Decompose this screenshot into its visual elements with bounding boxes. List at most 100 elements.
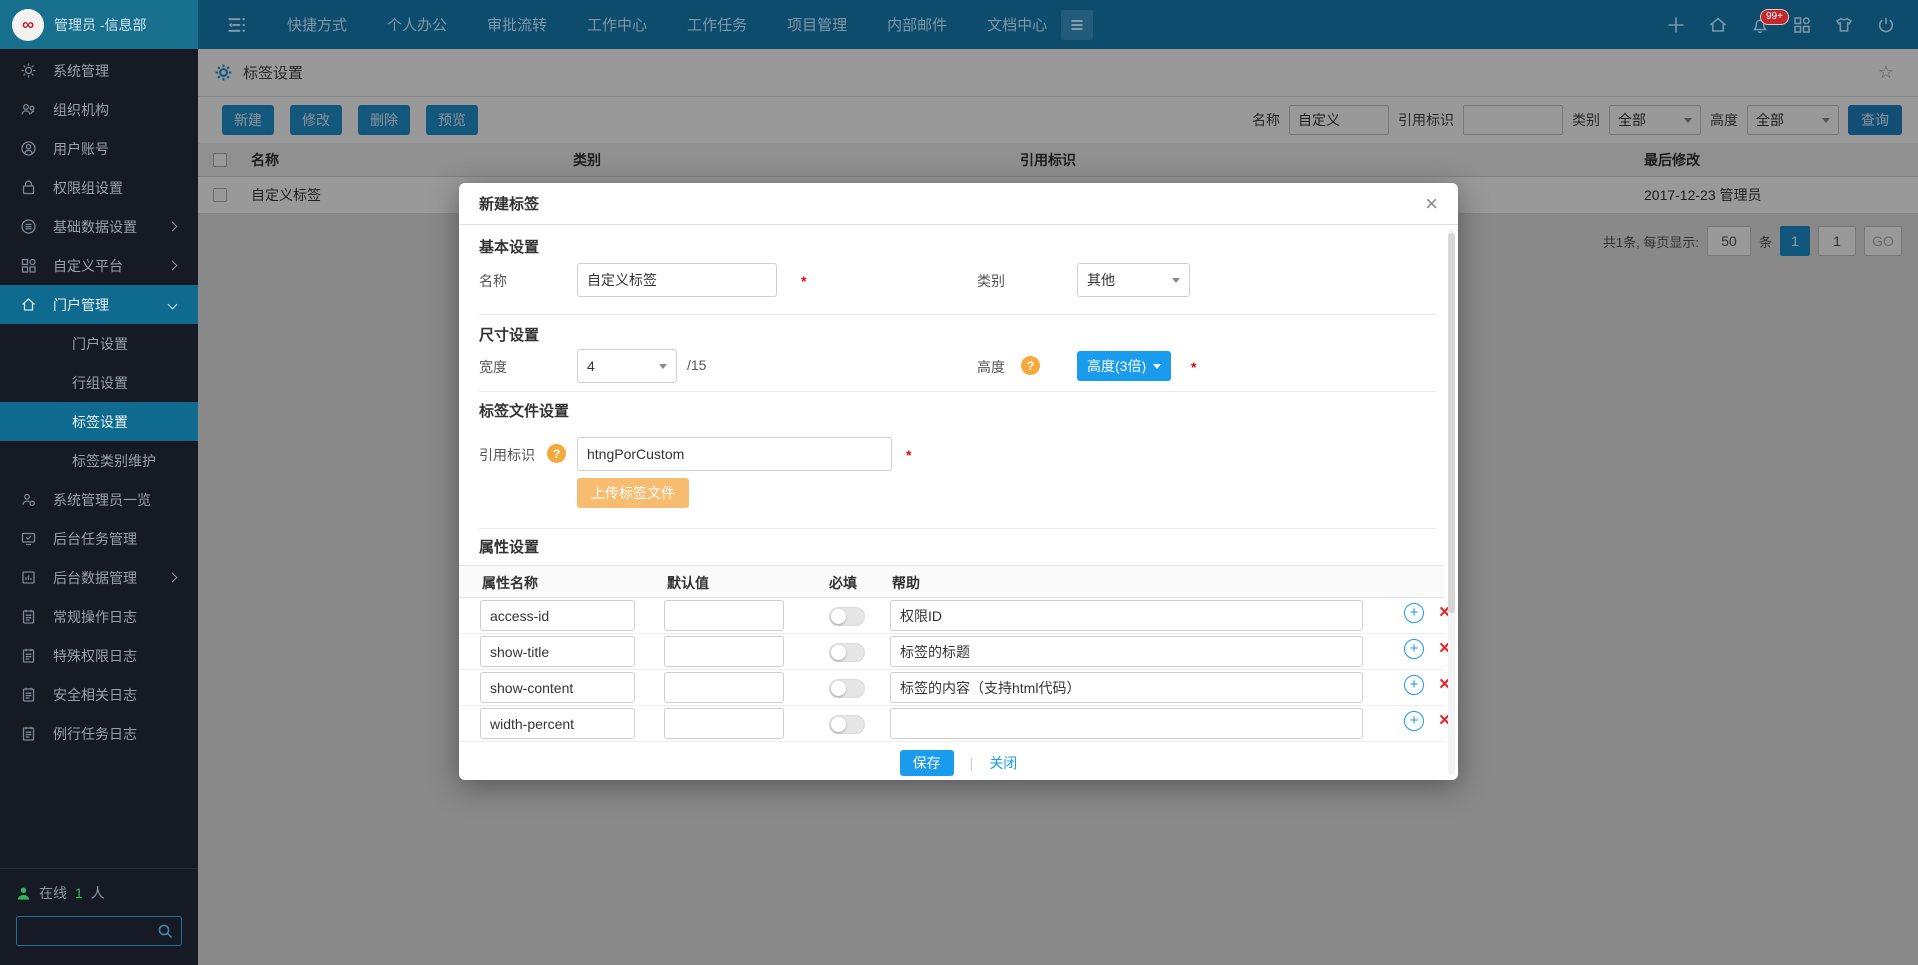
width-select[interactable]: 4	[577, 349, 677, 383]
sidebar-item-base-data[interactable]: 基础数据设置	[0, 207, 198, 246]
add-row-icon[interactable]: +	[1404, 711, 1424, 731]
filter-category-select[interactable]: 全部	[1609, 105, 1701, 135]
required-mark: *	[801, 273, 806, 289]
new-button[interactable]: 新建	[222, 105, 274, 135]
row-checkbox[interactable]	[213, 188, 227, 202]
attr-name-input[interactable]	[480, 636, 635, 667]
tab-document-center[interactable]: 文档中心	[987, 14, 1047, 35]
close-icon[interactable]: ×	[1425, 194, 1438, 214]
tab-project-management[interactable]: 项目管理	[787, 14, 847, 35]
attr-help-input[interactable]	[890, 600, 1363, 631]
sidebar-item-label: 后台数据管理	[53, 568, 137, 588]
attr-default-input[interactable]	[664, 600, 784, 631]
sidebar-item-portal-management[interactable]: 门户管理	[0, 285, 198, 324]
edit-button[interactable]: 修改	[290, 105, 342, 135]
required-mark: *	[1191, 359, 1196, 375]
sidebar-item-permission-group[interactable]: 权限组设置	[0, 168, 198, 207]
sidebar-item-custom-platform[interactable]: 自定义平台	[0, 246, 198, 285]
modal-scrollbar[interactable]	[1448, 229, 1455, 775]
attr-name-input[interactable]	[480, 672, 635, 703]
sidebar-item-org[interactable]: 组织机构	[0, 90, 198, 129]
sidebar-item-admin-list[interactable]: 系统管理员一览	[0, 480, 198, 519]
attr-default-input[interactable]	[664, 708, 784, 739]
sidebar-item-tag-settings[interactable]: 标签设置	[0, 402, 198, 441]
home-icon[interactable]	[1708, 15, 1728, 35]
add-row-icon[interactable]: +	[1404, 675, 1424, 695]
tab-approval-flow[interactable]: 审批流转	[487, 14, 547, 35]
help-icon[interactable]: ?	[1021, 356, 1040, 375]
close-link[interactable]: 关闭	[989, 753, 1017, 773]
required-toggle[interactable]	[829, 607, 865, 626]
app-root: ∞ 管理员 -信息部 系统管理 组织机构 用户账号 权限组设置 基础数据	[0, 0, 1918, 965]
add-row-icon[interactable]: +	[1404, 639, 1424, 659]
sidebar-item-log-routine[interactable]: 例行任务日志	[0, 714, 198, 753]
select-all-checkbox[interactable]	[213, 153, 227, 167]
sidebar-item-log-special[interactable]: 特殊权限日志	[0, 636, 198, 675]
filter-ref-input[interactable]	[1463, 105, 1563, 135]
sidebar-item-portal-settings[interactable]: 门户设置	[0, 324, 198, 363]
section-basic-header: 基本设置	[479, 236, 539, 257]
column-header-modified[interactable]: 最后修改	[1644, 150, 1918, 170]
tab-work-tasks[interactable]: 工作任务	[687, 14, 747, 35]
current-page-button[interactable]: 1	[1780, 226, 1810, 256]
tab-work-center[interactable]: 工作中心	[587, 14, 647, 35]
attr-default-input[interactable]	[664, 672, 784, 703]
attr-default-input[interactable]	[664, 636, 784, 667]
required-toggle[interactable]	[829, 715, 865, 734]
upload-tag-file-button[interactable]: 上传标签文件	[577, 478, 689, 508]
tab-internal-mail[interactable]: 内部邮件	[887, 14, 947, 35]
search-button[interactable]: 查询	[1848, 105, 1902, 135]
attr-help-input[interactable]	[890, 708, 1363, 739]
sidebar-item-system[interactable]: 系统管理	[0, 51, 198, 90]
sidebar-item-label: 行组设置	[72, 373, 128, 393]
sidebar-item-user-account[interactable]: 用户账号	[0, 129, 198, 168]
favorite-star-icon[interactable]: ☆	[1878, 62, 1894, 83]
sidebar-item-background-tasks[interactable]: 后台任务管理	[0, 519, 198, 558]
menu-collapse-icon[interactable]	[225, 14, 247, 36]
filter-ref-label: 引用标识	[1398, 110, 1454, 130]
required-toggle[interactable]	[829, 643, 865, 662]
height-select-button[interactable]: 高度(3倍)	[1077, 351, 1171, 381]
attr-name-input[interactable]	[480, 708, 635, 739]
toolbar: 新建 修改 删除 预览 名称 引用标识 类别 全部 高度 全部 查询	[198, 97, 1918, 143]
tab-personal-office[interactable]: 个人办公	[387, 14, 447, 35]
go-button[interactable]: GO	[1864, 226, 1902, 256]
power-icon[interactable]	[1876, 15, 1896, 35]
sidebar-item-row-group-settings[interactable]: 行组设置	[0, 363, 198, 402]
required-toggle[interactable]	[829, 679, 865, 698]
cell-modified: 2017-12-23 管理员	[1644, 185, 1918, 205]
filter-height-select[interactable]: 全部	[1747, 105, 1839, 135]
sidebar-item-log-regular[interactable]: 常规操作日志	[0, 597, 198, 636]
name-input[interactable]	[577, 263, 777, 297]
sidebar-item-label: 用户账号	[53, 139, 109, 159]
column-header-ref[interactable]: 引用标识	[1020, 150, 1644, 170]
page-size-box[interactable]: 50	[1707, 226, 1751, 256]
attr-help-input[interactable]	[890, 636, 1363, 667]
delete-button[interactable]: 删除	[358, 105, 410, 135]
attr-name-input[interactable]	[480, 600, 635, 631]
sidebar-item-background-data[interactable]: 后台数据管理	[0, 558, 198, 597]
save-button[interactable]: 保存	[900, 750, 954, 776]
theme-shirt-icon[interactable]	[1834, 15, 1854, 35]
page-input-box[interactable]: 1	[1818, 226, 1856, 256]
notifications-button[interactable]: 99+	[1750, 15, 1770, 35]
avatar[interactable]: ∞	[12, 9, 44, 41]
ref-input[interactable]	[577, 437, 892, 471]
attr-help-input[interactable]	[890, 672, 1363, 703]
plus-icon[interactable]	[1666, 15, 1686, 35]
filter-name-input[interactable]	[1289, 105, 1389, 135]
preview-button[interactable]: 预览	[426, 105, 478, 135]
search-icon[interactable]	[157, 923, 174, 940]
sidebar-item-log-security[interactable]: 安全相关日志	[0, 675, 198, 714]
help-icon[interactable]: ?	[547, 444, 566, 463]
add-row-icon[interactable]: +	[1404, 603, 1424, 623]
modal-scrollbar-thumb[interactable]	[1448, 233, 1455, 613]
column-header-name[interactable]: 名称	[251, 150, 573, 170]
column-header-category[interactable]: 类别	[573, 150, 1020, 170]
category-select[interactable]: 其他	[1077, 263, 1190, 297]
more-menu-button[interactable]	[1061, 10, 1093, 40]
sidebar-item-label: 常规操作日志	[53, 607, 137, 627]
tab-shortcuts[interactable]: 快捷方式	[287, 14, 347, 35]
apps-grid-icon[interactable]	[1792, 15, 1812, 35]
sidebar-item-tag-category[interactable]: 标签类别维护	[0, 441, 198, 480]
